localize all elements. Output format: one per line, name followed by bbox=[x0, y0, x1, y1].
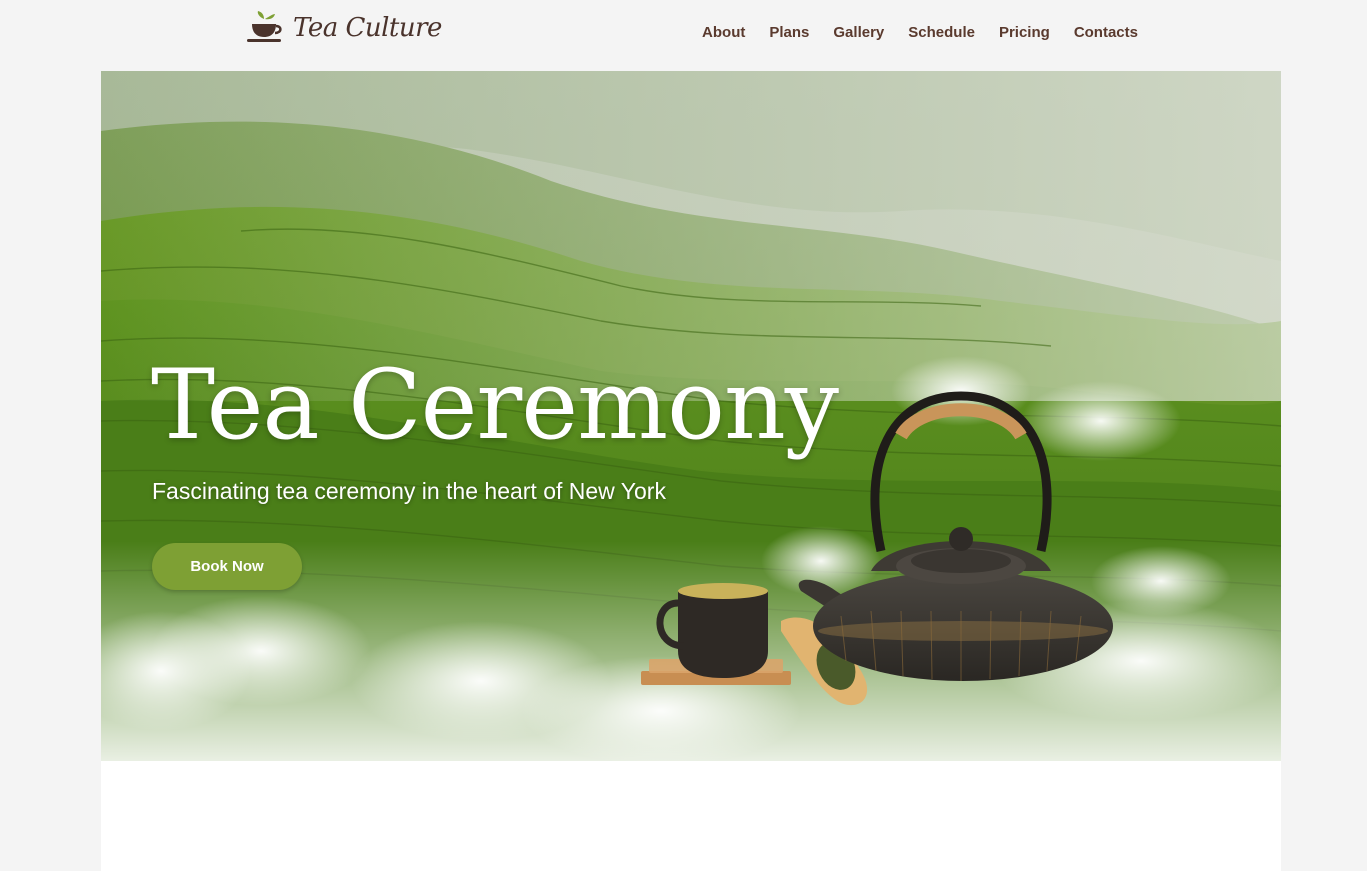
brand-name: Tea Culture bbox=[293, 13, 442, 43]
site-header: Tea Culture About Plans Gallery Schedule… bbox=[0, 0, 1367, 71]
hero-title: Tea Ceremony bbox=[151, 349, 839, 461]
nav-item-gallery[interactable]: Gallery bbox=[833, 24, 884, 41]
hero-section: Tea Ceremony Fascinating tea ceremony in… bbox=[101, 71, 1281, 871]
teacup-leaf-icon bbox=[247, 11, 282, 42]
nav-item-pricing[interactable]: Pricing bbox=[999, 24, 1050, 41]
main-nav: About Plans Gallery Schedule Pricing Con… bbox=[702, 24, 1138, 41]
book-now-button[interactable]: Book Now bbox=[152, 543, 302, 590]
hero-image bbox=[101, 71, 1281, 871]
hero-subtitle: Fascinating tea ceremony in the heart of… bbox=[152, 478, 666, 504]
nav-item-about[interactable]: About bbox=[702, 24, 745, 41]
logo[interactable]: Tea Culture bbox=[245, 8, 442, 48]
nav-item-contacts[interactable]: Contacts bbox=[1074, 24, 1138, 41]
nav-item-plans[interactable]: Plans bbox=[769, 24, 809, 41]
nav-item-schedule[interactable]: Schedule bbox=[908, 24, 975, 41]
